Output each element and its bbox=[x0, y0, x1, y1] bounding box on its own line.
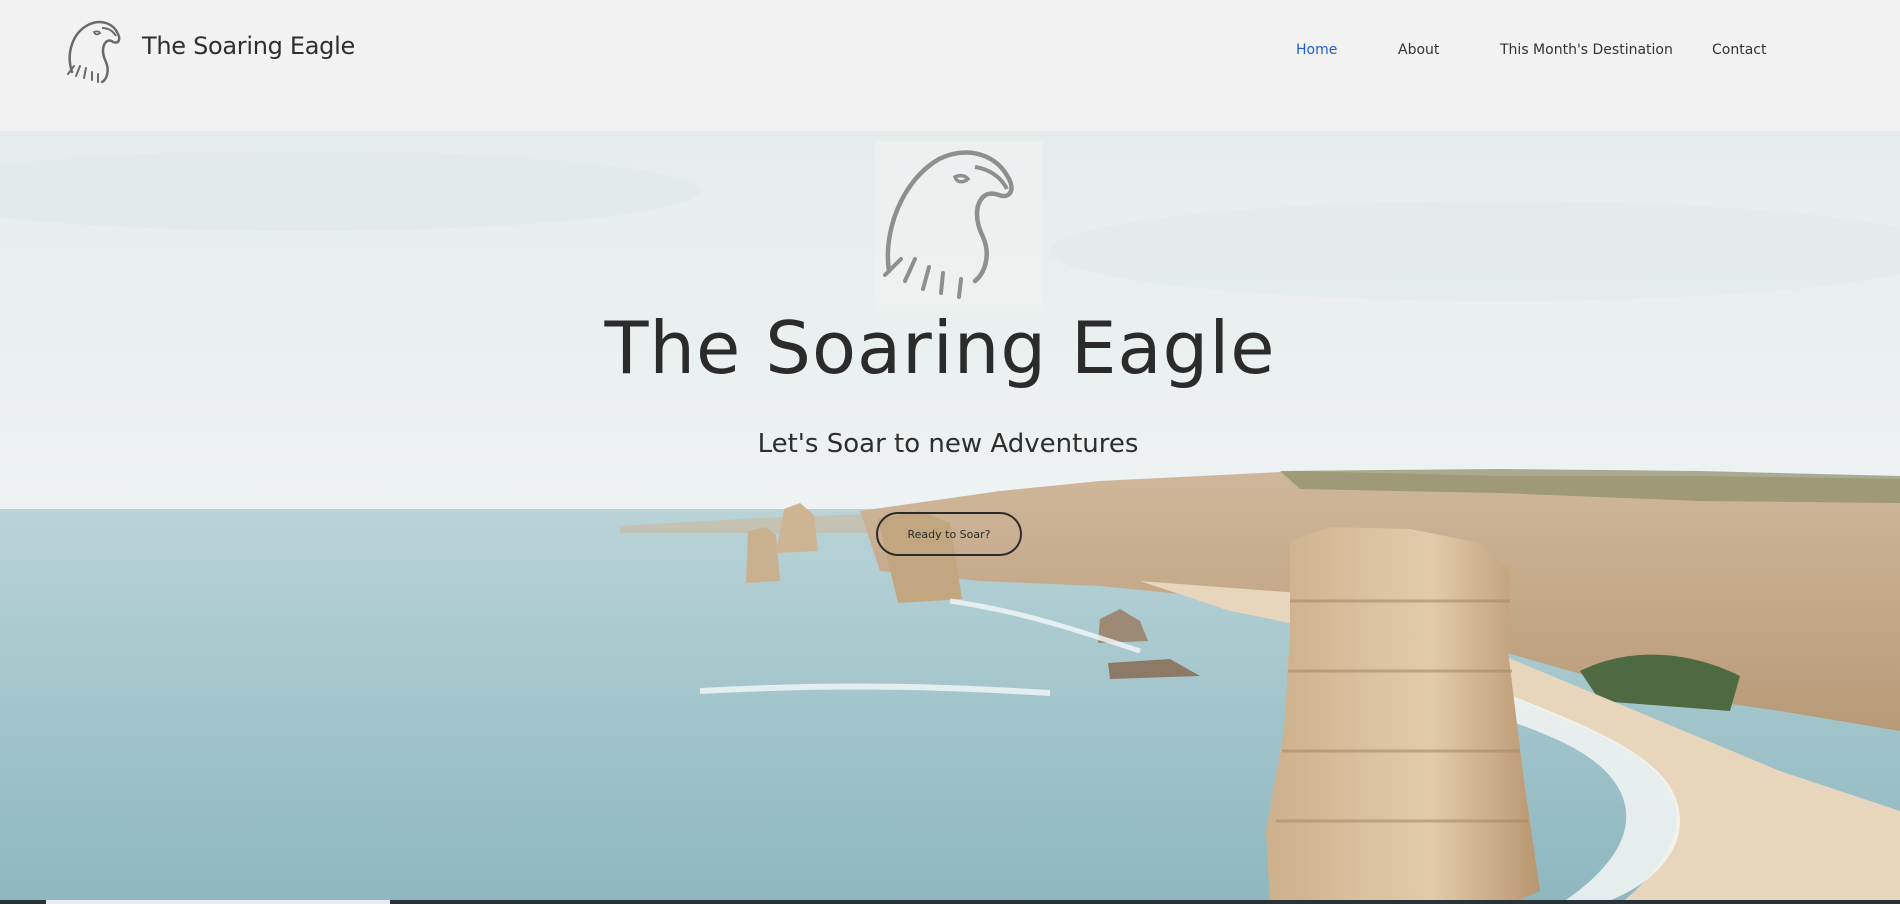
scroll-thumb[interactable] bbox=[46, 900, 390, 904]
nav-about[interactable]: About bbox=[1398, 42, 1439, 58]
hero-subtitle: Let's Soar to new Adventures bbox=[757, 429, 1139, 459]
nav-home[interactable]: Home bbox=[1296, 42, 1337, 58]
eagle-head-icon bbox=[875, 141, 1043, 311]
hero-title: The Soaring Eagle bbox=[604, 306, 1276, 390]
ready-to-soar-button[interactable]: Ready to Soar? bbox=[876, 512, 1022, 556]
nav-contact[interactable]: Contact bbox=[1712, 42, 1766, 58]
nav-destination[interactable]: This Month's Destination bbox=[1500, 42, 1673, 58]
hero-section: The Soaring Eagle Let's Soar to new Adve… bbox=[0, 131, 1900, 904]
site-header: The Soaring Eagle Home About This Month'… bbox=[0, 0, 1900, 131]
bottom-scrollbar bbox=[0, 900, 1900, 904]
main-nav: Home About This Month's Destination Cont… bbox=[0, 42, 1900, 66]
